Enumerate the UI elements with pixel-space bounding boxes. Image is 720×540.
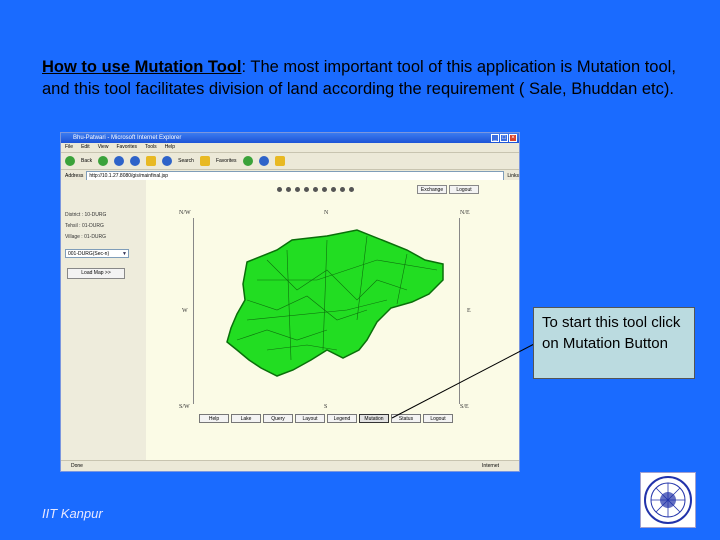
browser-title: Bhu-Patwari - Microsoft Internet Explore… (73, 135, 182, 141)
full-extent-icon[interactable] (331, 187, 336, 192)
compass-se: S/E (460, 404, 469, 410)
callout-box: To start this tool click on Mutation But… (533, 307, 695, 379)
footer-org: IIT Kanpur (42, 506, 103, 521)
search-label[interactable]: Search (178, 158, 194, 164)
land-parcel-map[interactable] (207, 200, 457, 380)
back-icon[interactable] (65, 156, 75, 166)
menu-help[interactable]: Help (165, 143, 175, 152)
forward-icon[interactable] (98, 156, 109, 166)
pan-icon[interactable] (295, 187, 300, 192)
browser-titlebar: Bhu-Patwari - Microsoft Internet Explore… (61, 133, 519, 143)
app-sidebar: District : 10-DURG Tehsil : 01-DURG Vill… (61, 180, 146, 461)
village-label: Village : 01-DURG (65, 234, 107, 240)
favorites-label[interactable]: Favorites (216, 158, 237, 164)
menu-view[interactable]: View (98, 143, 109, 152)
select-icon[interactable] (313, 187, 318, 192)
heading-lead: How to use Mutation Tool (42, 58, 242, 76)
legend-button[interactable]: Legend (327, 414, 357, 423)
zoom-in-icon[interactable] (277, 187, 282, 192)
query-button[interactable]: Query (263, 414, 293, 423)
links-label[interactable]: Links (507, 173, 519, 179)
address-label: Address (65, 172, 84, 179)
measure-icon[interactable] (322, 187, 327, 192)
logout-button[interactable]: Logout (423, 414, 453, 423)
map-toolbar: Help Lake Query Layout Legend Mutation S… (199, 414, 453, 423)
map-tools (277, 187, 354, 192)
info-icon[interactable] (349, 187, 354, 192)
status-button[interactable]: Status (391, 414, 421, 423)
load-map-button[interactable]: Load Map >> (67, 268, 125, 279)
tehsil-label: Tehsil : 01-DURG (65, 223, 104, 229)
media-icon[interactable] (242, 156, 253, 166)
map-border-left (193, 218, 194, 404)
compass-nw: N/W (179, 210, 191, 216)
folder-icon[interactable] (274, 156, 285, 166)
menu-favorites[interactable]: Favorites (116, 143, 137, 152)
top-logout-button[interactable]: Logout (449, 185, 479, 194)
zoom-out-icon[interactable] (286, 187, 291, 192)
compass-sw: S/W (179, 404, 190, 410)
compass-w: W (182, 308, 188, 314)
refresh-icon[interactable] (130, 156, 141, 166)
mail-icon[interactable] (258, 156, 269, 166)
sheet-select[interactable]: 001-DURG(Sec-n) (65, 249, 129, 259)
lake-button[interactable]: Lake (231, 414, 261, 423)
compass-s: S (324, 404, 328, 410)
menu-file[interactable]: File (65, 143, 73, 152)
address-input[interactable]: http://10.1.27.8080/gis/mainfinal.jsp (86, 170, 505, 181)
stop-icon[interactable] (114, 156, 125, 166)
close-icon[interactable]: × (509, 134, 517, 142)
compass-e: E (467, 308, 471, 314)
help-button[interactable]: Help (199, 414, 229, 423)
layout-button[interactable]: Layout (295, 414, 325, 423)
iit-kanpur-seal (640, 472, 696, 528)
menu-edit[interactable]: Edit (81, 143, 90, 152)
compass-ne: N/E (460, 210, 470, 216)
maximize-icon[interactable]: □ (500, 134, 508, 142)
zone-text: Internet (482, 463, 499, 469)
menu-tools[interactable]: Tools (145, 143, 157, 152)
search-icon[interactable] (162, 156, 173, 166)
print-icon[interactable] (340, 187, 345, 192)
browser-menubar: File Edit View Favorites Tools Help (61, 143, 519, 153)
map-border-right (459, 218, 460, 404)
slide-heading: How to use Mutation Tool: The most impor… (42, 56, 702, 100)
favorites-icon[interactable] (199, 156, 210, 166)
browser-toolbar: Back Search Favorites (61, 153, 519, 170)
identify-icon[interactable] (304, 187, 309, 192)
seal-emblem-icon (644, 476, 692, 524)
minimize-icon[interactable]: _ (491, 134, 499, 142)
upper-buttons: Exchange Logout (417, 185, 479, 194)
status-text: Done (71, 463, 83, 469)
map-frame: Exchange Logout N/W N N/E W E S/W S S/E (147, 180, 519, 461)
district-label: District : 10-DURG (65, 212, 107, 218)
exchange-button[interactable]: Exchange (417, 185, 447, 194)
browser-screenshot: Bhu-Patwari - Microsoft Internet Explore… (60, 132, 520, 472)
app-page: District : 10-DURG Tehsil : 01-DURG Vill… (61, 180, 519, 461)
home-icon[interactable] (146, 156, 157, 166)
back-label[interactable]: Back (81, 158, 92, 164)
browser-statusbar: Done Internet (61, 460, 519, 471)
mutation-button[interactable]: Mutation (359, 414, 389, 423)
